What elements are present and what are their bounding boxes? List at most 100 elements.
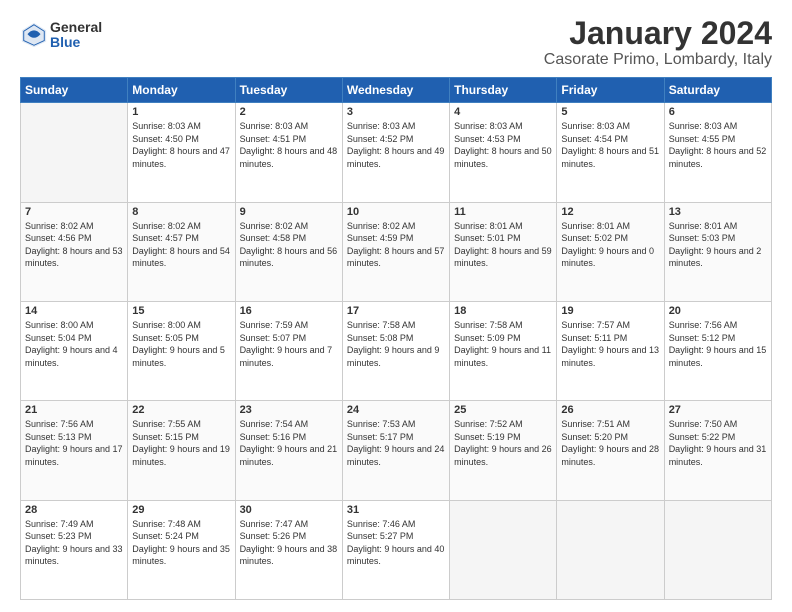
day-number: 12 bbox=[561, 206, 659, 218]
sunset-text: Sunset: 5:11 PM bbox=[561, 333, 627, 343]
sunrise-text: Sunrise: 8:02 AM bbox=[240, 221, 309, 231]
sunrise-text: Sunrise: 8:02 AM bbox=[25, 221, 94, 231]
daylight-text: Daylight: 9 hours and 9 minutes. bbox=[347, 345, 440, 368]
sunset-text: Sunset: 5:26 PM bbox=[240, 531, 307, 541]
sunrise-text: Sunrise: 7:52 AM bbox=[454, 419, 523, 429]
sunset-text: Sunset: 5:05 PM bbox=[132, 333, 199, 343]
sunset-text: Sunset: 5:13 PM bbox=[25, 432, 92, 442]
day-info: Sunrise: 8:02 AMSunset: 4:59 PMDaylight:… bbox=[347, 220, 445, 270]
sunrise-text: Sunrise: 8:03 AM bbox=[669, 121, 738, 131]
day-info: Sunrise: 7:54 AM Sunset: 5:16 PM Daylight:… bbox=[240, 418, 338, 468]
day-number: 16 bbox=[240, 305, 338, 317]
daylight-text: Daylight: 8 hours and 47 minutes. bbox=[132, 146, 230, 169]
logo-blue-text: Blue bbox=[50, 35, 102, 50]
sunset-text: Sunset: 5:24 PM bbox=[132, 531, 199, 541]
calendar-week-1: 1Sunrise: 8:03 AMSunset: 4:50 PMDaylight… bbox=[21, 103, 772, 202]
daylight-text: Daylight: 9 hours and 11 minutes. bbox=[454, 345, 551, 368]
day-number: 11 bbox=[454, 206, 552, 218]
sunset-text: Sunset: 5:17 PM bbox=[347, 432, 414, 442]
table-row: 9Sunrise: 8:02 AMSunset: 4:58 PMDaylight… bbox=[235, 202, 342, 301]
sunset-text: Sunset: 4:55 PM bbox=[669, 134, 736, 144]
sunrise-text: Sunrise: 7:49 AM bbox=[25, 519, 94, 529]
sunrise-text: Sunrise: 7:55 AM bbox=[132, 419, 201, 429]
day-number: 10 bbox=[347, 206, 445, 218]
sunset-text: Sunset: 5:03 PM bbox=[669, 233, 736, 243]
table-row: 19 Sunrise: 7:57 AMSunset: 5:11 PMDayligh… bbox=[557, 301, 664, 400]
col-monday: Monday bbox=[128, 78, 235, 103]
daylight-text: Daylight: 8 hours and 51 minutes. bbox=[561, 146, 659, 169]
day-number: 19 bbox=[561, 305, 659, 317]
table-row: 15 Sunrise: 8:00 AMSunset: 5:05 PMDayligh… bbox=[128, 301, 235, 400]
table-row: 12Sunrise: 8:01 AMSunset: 5:02 PMDayligh… bbox=[557, 202, 664, 301]
day-info: Sunrise: 8:01 AMSunset: 5:03 PMDaylight:… bbox=[669, 220, 767, 270]
day-info: Sunrise: 8:02 AMSunset: 4:56 PMDaylight:… bbox=[25, 220, 123, 270]
day-info: Sunrise: 7:46 AMSunset: 5:27 PMDaylight:… bbox=[347, 518, 445, 568]
logo: General Blue bbox=[20, 20, 102, 51]
calendar-title: January 2024 bbox=[544, 16, 772, 51]
daylight-text: Daylight: 9 hours and 2 minutes. bbox=[669, 246, 762, 269]
table-row: 5Sunrise: 8:03 AMSunset: 4:54 PMDaylight… bbox=[557, 103, 664, 202]
table-row: 22Sunrise: 7:55 AMSunset: 5:15 PMDayligh… bbox=[128, 401, 235, 500]
day-number: 6 bbox=[669, 106, 767, 118]
calendar-week-5: 28Sunrise: 7:49 AMSunset: 5:23 PMDayligh… bbox=[21, 500, 772, 599]
table-row: 1Sunrise: 8:03 AMSunset: 4:50 PMDaylight… bbox=[128, 103, 235, 202]
sunrise-text: Sunrise: 7:54 AM bbox=[240, 419, 309, 429]
daylight-text: Daylight: 8 hours and 48 minutes. bbox=[240, 146, 338, 169]
day-info: Sunrise: 7:57 AMSunset: 5:11 PMDaylight:… bbox=[561, 319, 659, 369]
logo-text: General Blue bbox=[50, 20, 102, 51]
day-info: Sunrise: 7:49 AMSunset: 5:23 PMDaylight:… bbox=[25, 518, 123, 568]
daylight-text: Daylight: 9 hours and 31 minutes. bbox=[669, 444, 767, 467]
table-row bbox=[557, 500, 664, 599]
day-number: 25 bbox=[454, 404, 552, 416]
day-number: 17 bbox=[347, 305, 445, 317]
sunset-text: Sunset: 5:16 PM bbox=[240, 432, 307, 442]
day-info: Sunrise: 8:00 AMSunset: 5:05 PMDaylight:… bbox=[132, 319, 230, 369]
sunset-text: Sunset: 4:53 PM bbox=[454, 134, 521, 144]
day-info: Sunrise: 7:52 AMSunset: 5:19 PMDaylight:… bbox=[454, 418, 552, 468]
col-tuesday: Tuesday bbox=[235, 78, 342, 103]
daylight-text: Daylight: 9 hours and 5 minutes. bbox=[132, 345, 225, 368]
table-row: 11 Sunrise: 8:01 AMSunset: 5:01 PMDayligh… bbox=[450, 202, 557, 301]
day-number: 22 bbox=[132, 404, 230, 416]
calendar-week-4: 21Sunrise: 7:56 AMSunset: 5:13 PMDayligh… bbox=[21, 401, 772, 500]
day-info: Sunrise: 7:53 AMSunset: 5:17 PMDaylight:… bbox=[347, 418, 445, 468]
table-row: 25 Sunrise: 7:52 AMSunset: 5:19 PMDayligh… bbox=[450, 401, 557, 500]
sunset-text: Sunset: 4:57 PM bbox=[132, 233, 199, 243]
table-row bbox=[450, 500, 557, 599]
col-saturday: Saturday bbox=[664, 78, 771, 103]
table-row: 10 Sunrise: 8:02 AMSunset: 4:59 PMDayligh… bbox=[342, 202, 449, 301]
day-info: Sunrise: 8:03 AMSunset: 4:50 PMDaylight:… bbox=[132, 120, 230, 170]
table-row: 23Sunrise: 7:54 AMSunset: 5:16 PMDayligh… bbox=[235, 401, 342, 500]
day-number: 18 bbox=[454, 305, 552, 317]
sunset-text: Sunset: 4:51 PM bbox=[240, 134, 307, 144]
day-number: 30 bbox=[240, 504, 338, 516]
table-row bbox=[664, 500, 771, 599]
table-row: 26Sunrise: 7:51 AMSunset: 5:20 PMDayligh… bbox=[557, 401, 664, 500]
sunset-text: Sunset: 5:23 PM bbox=[25, 531, 92, 541]
daylight-text: Daylight: 8 hours and 54 minutes. bbox=[132, 246, 230, 269]
daylight-text: Daylight: 9 hours and 35 minutes. bbox=[132, 544, 230, 567]
day-info: Sunrise: 8:02 AMSunset: 4:58 PMDaylight:… bbox=[240, 220, 338, 270]
calendar-table: Sunday Monday Tuesday Wednesday Thursday… bbox=[20, 77, 772, 600]
sunset-text: Sunset: 4:56 PM bbox=[25, 233, 92, 243]
day-info: Sunrise: 8:03 AMSunset: 4:52 PMDaylight:… bbox=[347, 120, 445, 170]
daylight-text: Daylight: 9 hours and 21 minutes. bbox=[240, 444, 338, 467]
sunrise-text: Sunrise: 8:03 AM bbox=[454, 121, 523, 131]
col-wednesday: Wednesday bbox=[342, 78, 449, 103]
day-info: Sunrise: 8:01 AMSunset: 5:01 PMDaylight:… bbox=[454, 220, 552, 270]
day-number: 4 bbox=[454, 106, 552, 118]
daylight-text: Daylight: 9 hours and 26 minutes. bbox=[454, 444, 552, 467]
daylight-text: Daylight: 9 hours and 7 minutes. bbox=[240, 345, 333, 368]
daylight-text: Daylight: 8 hours and 57 minutes. bbox=[347, 246, 445, 269]
day-number: 14 bbox=[25, 305, 123, 317]
table-row: 8Sunrise: 8:02 AMSunset: 4:57 PMDaylight… bbox=[128, 202, 235, 301]
day-number: 15 bbox=[132, 305, 230, 317]
day-info: Sunrise: 7:56 AMSunset: 5:13 PMDaylight:… bbox=[25, 418, 123, 468]
sunrise-text: Sunrise: 8:01 AM bbox=[561, 221, 630, 231]
sunrise-text: Sunrise: 8:02 AM bbox=[347, 221, 416, 231]
sunset-text: Sunset: 5:08 PM bbox=[347, 333, 414, 343]
daylight-text: Daylight: 8 hours and 52 minutes. bbox=[669, 146, 767, 169]
sunrise-text: Sunrise: 7:48 AM bbox=[132, 519, 201, 529]
day-info: Sunrise: 7:58 AMSunset: 5:09 PMDaylight:… bbox=[454, 319, 552, 369]
calendar-week-3: 14Sunrise: 8:00 AMSunset: 5:04 PMDayligh… bbox=[21, 301, 772, 400]
